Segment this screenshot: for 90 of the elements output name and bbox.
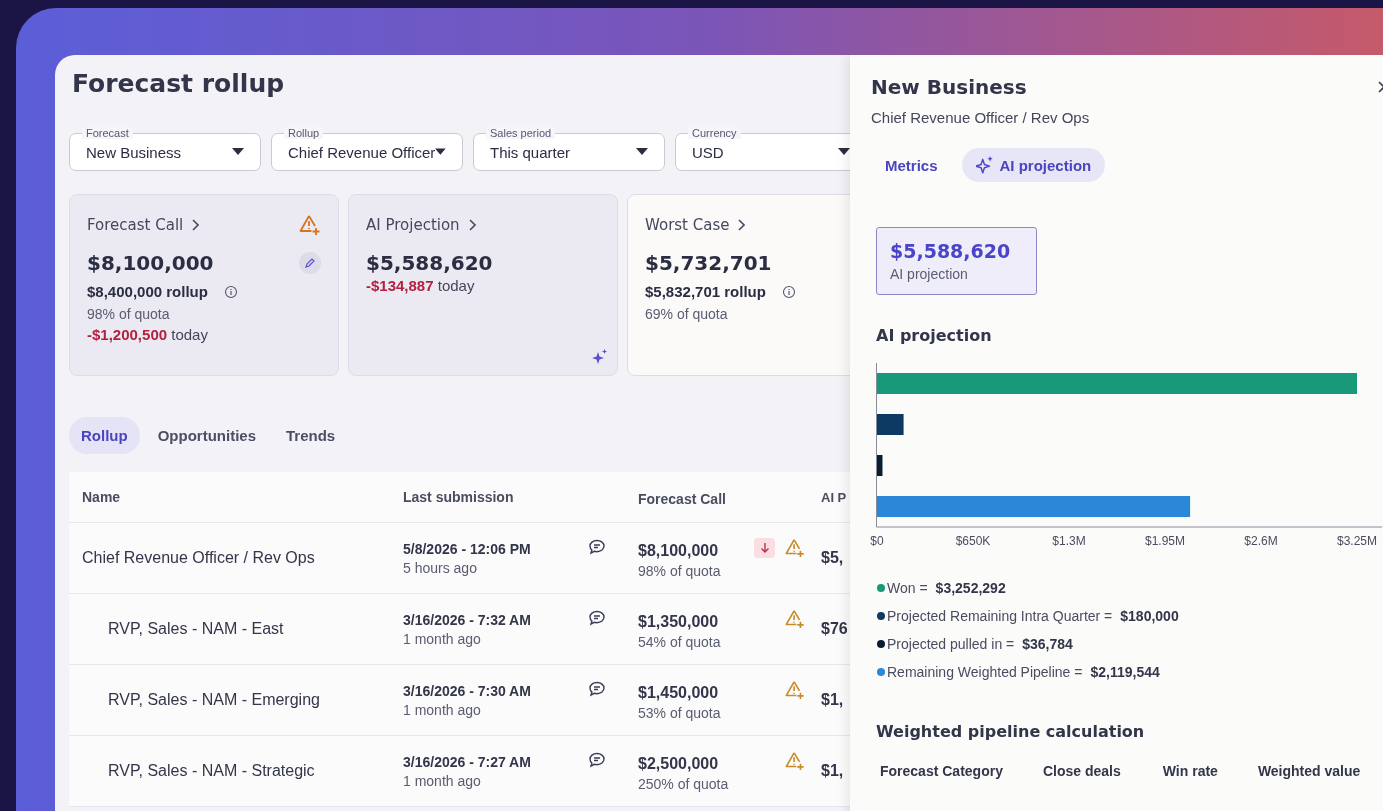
change-text: -$134,887 today [366, 277, 476, 294]
comment-icon[interactable] [588, 539, 606, 555]
legend-label: Won = [887, 580, 928, 596]
drawer-title: New Business [871, 75, 1027, 99]
pencil-icon[interactable] [299, 252, 321, 274]
quota-text: 53% of quota [638, 704, 722, 721]
tab[interactable]: Trends [274, 417, 348, 454]
row-name[interactable]: RVP, Sales - NAM - Emerging [69, 691, 403, 709]
legend-label: Projected Remaining Intra Quarter = [887, 608, 1113, 624]
amount-value: $5,588,620 [366, 251, 493, 275]
sparkle-icon [975, 156, 994, 174]
quota-text: 98% of quota [638, 562, 722, 579]
submission-age: 5 hours ago [403, 559, 478, 576]
submission-date: 3/16/2026 - 7:30 AM [403, 682, 532, 699]
chevron-right-icon [737, 219, 746, 231]
quota-text: 250% of quota [638, 775, 730, 792]
column-header: Forecast Call [638, 490, 727, 507]
legend-value: $3,252,292 [935, 580, 1006, 596]
forecast-value: $1,450,000 [638, 683, 720, 702]
legend-value: $36,784 [1022, 636, 1073, 652]
caret-icon [435, 148, 446, 156]
caret-icon [838, 148, 850, 156]
column-header: AI P [821, 489, 847, 505]
tab[interactable]: Rollup [69, 417, 140, 454]
comment-icon[interactable] [588, 681, 606, 697]
chevron-right-icon [467, 219, 476, 231]
submission-age: 1 month ago [403, 772, 482, 789]
axis-tick-label: $0 [870, 534, 884, 548]
card-title[interactable]: Forecast Call [87, 216, 184, 234]
row-name[interactable]: RVP, Sales - NAM - Strategic [69, 762, 403, 780]
quota-text: 98% of quota [87, 306, 171, 322]
legend-label: Remaining Weighted Pipeline = [887, 664, 1083, 680]
bar [877, 455, 883, 476]
submission-age: 1 month ago [403, 630, 482, 647]
table-cell: $76 [821, 620, 848, 638]
tab[interactable]: Metrics [871, 148, 952, 182]
legend-label: Projected pulled in = [887, 636, 1015, 652]
forecast-value: $2,500,000 [638, 754, 720, 773]
table-cell: $1, [821, 691, 844, 709]
info-icon[interactable] [781, 284, 796, 299]
drawer-subtitle: Chief Revenue Officer / Rev Ops [871, 109, 1091, 126]
column-header: Forecast Category [880, 763, 1003, 779]
submission-date: 3/16/2026 - 7:27 AM [403, 753, 532, 770]
forecast-value: $1,350,000 [638, 612, 720, 631]
rollup-value: $8,400,000 rollup [87, 283, 208, 300]
legend-value: $2,119,544 [1090, 664, 1160, 680]
chevron-right-icon [191, 219, 200, 231]
comment-icon[interactable] [588, 610, 606, 626]
section-title: AI projection [876, 326, 993, 345]
axis-tick-label: $1.95M [1145, 534, 1185, 548]
submission-age: 1 month ago [403, 701, 482, 718]
table-cell: $5, [821, 549, 844, 567]
row-name[interactable]: Chief Revenue Officer / Rev Ops [69, 549, 403, 567]
card-title[interactable]: Worst Case [645, 216, 730, 234]
column-header: Close deals [1042, 763, 1121, 779]
axis-tick-label: $2.6M [1244, 534, 1278, 548]
column-header: Name [81, 489, 122, 505]
caret-icon [232, 148, 244, 156]
caret-icon [636, 148, 648, 156]
projection-value: $5,588,620 [890, 240, 1012, 262]
amount-value: $5,732,701 [645, 251, 772, 275]
legend-value: $180,000 [1120, 608, 1179, 624]
change-text: -$1,200,500 today [87, 326, 209, 343]
section-title: Weighted pipeline calculation [876, 722, 1146, 741]
amount-value: $8,100,000 [87, 251, 214, 275]
tab[interactable]: AI projection [961, 148, 1106, 182]
projection-label: AI projection [890, 266, 969, 282]
quota-text: 69% of quota [645, 306, 729, 322]
table-cell: $1, [821, 762, 844, 780]
metric-card[interactable]: Worst Case $5,732,701 $5,832,701 rollup 69% of quota [627, 194, 850, 376]
comment-icon[interactable] [588, 752, 606, 768]
submission-date: 5/8/2026 - 12:06 PM [403, 540, 532, 557]
tab[interactable]: Opportunities [145, 417, 268, 454]
metric-card[interactable]: AI Projection $5,588,620 -$134,887 today [348, 194, 618, 376]
forecast-value: $8,100,000 [638, 541, 720, 560]
bar [877, 414, 904, 435]
rollup-value: $5,832,701 rollup [645, 283, 766, 300]
axis-tick-label: $650K [955, 534, 991, 548]
axis-tick-label: $1.3M [1052, 534, 1086, 548]
column-header: Win rate [1162, 763, 1218, 779]
submission-date: 3/16/2026 - 7:32 AM [403, 611, 532, 628]
column-header: Last submission [403, 489, 515, 505]
axis-tick-label: $3.25M [1337, 534, 1377, 548]
metric-card[interactable]: Forecast Call $8,100,000 $8,400,000 rollup 98% of quota -$1,200,500 today [69, 194, 339, 376]
row-name[interactable]: RVP, Sales - NAM - East [69, 620, 403, 638]
card-title[interactable]: AI Projection [366, 216, 460, 234]
info-icon[interactable] [223, 284, 238, 299]
quota-text: 54% of quota [638, 633, 722, 650]
page-title: Forecast rollup [72, 69, 286, 99]
column-header: Weighted value [1257, 763, 1361, 779]
